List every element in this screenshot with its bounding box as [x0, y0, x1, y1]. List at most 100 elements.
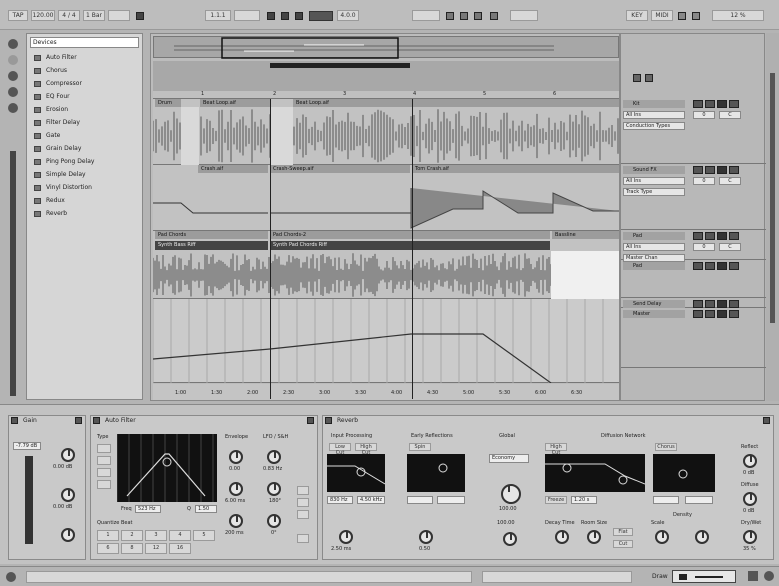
mute-button[interactable]	[717, 300, 727, 308]
arm-button[interactable]	[693, 300, 703, 308]
mute-button[interactable]	[717, 100, 727, 108]
shape-knob[interactable]	[419, 530, 433, 544]
loop-position-field[interactable]: 1.1.1	[205, 10, 231, 21]
track-volume-field[interactable]: 0	[693, 111, 715, 119]
gain-db-readout[interactable]: -7.79 dB	[13, 442, 41, 450]
file-browser-2-icon[interactable]	[8, 87, 18, 97]
beat-time-ruler[interactable]: 1 2 3 4 5 6	[153, 91, 619, 99]
record-icon[interactable]	[295, 12, 303, 20]
quantize-beat-button[interactable]: 1	[97, 530, 119, 541]
clip-bassline-header[interactable]: Bassline	[552, 231, 619, 239]
lfo-phase-knob[interactable]	[267, 482, 281, 496]
lfo-waveform-button-2[interactable]	[297, 498, 309, 507]
mute-button[interactable]	[717, 310, 727, 318]
input-freq-high[interactable]: 4.50 kHz	[357, 496, 385, 504]
spin-button[interactable]: Spin	[409, 443, 431, 451]
device-browser-icon[interactable]	[8, 39, 18, 49]
activator-button[interactable]	[729, 100, 739, 108]
browser-item[interactable]: Auto Filter	[30, 52, 139, 64]
er-amount-field[interactable]	[407, 496, 433, 504]
quantize-beat-button[interactable]: 2	[121, 530, 143, 541]
punch-out-icon[interactable]	[474, 12, 482, 20]
clip-drum-header[interactable]: Drum	[155, 99, 181, 107]
track-name[interactable]: Kit	[623, 100, 685, 108]
tempo-field[interactable]: 120.00	[31, 10, 55, 21]
diffusion-display[interactable]	[545, 454, 645, 492]
filter-type-notch[interactable]	[97, 480, 111, 489]
track-input-select[interactable]: All Ins	[623, 111, 685, 119]
track-sub-select[interactable]: Track Type	[623, 188, 685, 196]
browser-item[interactable]: Reverb	[30, 208, 139, 220]
browser-item[interactable]: Erosion	[30, 104, 139, 116]
lfo-waveform-button-4[interactable]	[297, 534, 309, 543]
browser-item[interactable]: Redux	[30, 195, 139, 207]
quantize-beat-button[interactable]: 16	[169, 543, 191, 554]
stereo-knob[interactable]	[503, 532, 517, 546]
file-browser-3-icon[interactable]	[8, 103, 18, 113]
activator-button[interactable]	[729, 166, 739, 174]
solo-button[interactable]	[705, 100, 715, 108]
browser-item[interactable]: EQ Four	[30, 91, 139, 103]
lfo-waveform-button-3[interactable]	[297, 510, 309, 519]
reflect-knob[interactable]	[743, 454, 757, 468]
quantize-beat-button[interactable]: 5	[193, 530, 215, 541]
scale-knob[interactable]	[655, 530, 669, 544]
predelay-knob[interactable]	[339, 530, 353, 544]
gain-knob-1[interactable]	[61, 448, 75, 462]
activator-button[interactable]	[729, 310, 739, 318]
quantize-beat-button[interactable]: 6	[97, 543, 119, 554]
solo-button[interactable]	[705, 300, 715, 308]
quantize-beat-button[interactable]: 12	[145, 543, 167, 554]
input-freq-low[interactable]: 830 Hz	[327, 496, 353, 504]
arm-button[interactable]	[693, 262, 703, 270]
track-sub-select[interactable]: Conduction Types	[623, 122, 685, 130]
sub-clip-synth-pad[interactable]: Synth Pad Chords Riff	[270, 241, 550, 250]
reverb-highcut-button[interactable]: High Cut	[355, 443, 377, 456]
lfo-offset-knob[interactable]	[267, 514, 281, 528]
clip-beat-loop-1-header[interactable]: Beat Loop.aif	[200, 99, 270, 107]
loop-brace-area[interactable]	[153, 61, 619, 91]
arrangement-position[interactable]	[234, 10, 260, 21]
clip-crash-sweep-header[interactable]: Crash-Sweep.aif	[270, 165, 410, 173]
browser-item[interactable]: Compressor	[30, 78, 139, 90]
browser-header[interactable]: Devices	[30, 37, 139, 48]
play-icon[interactable]	[267, 12, 275, 20]
input-filter-display[interactable]	[327, 454, 385, 492]
browser-item[interactable]: Ping Pong Delay	[30, 156, 139, 168]
freq-field[interactable]: 523 Hz	[135, 505, 161, 513]
track-pan-field[interactable]: C	[719, 243, 741, 251]
envelope-amount-knob[interactable]	[229, 450, 243, 464]
browser-item[interactable]: Grain Delay	[30, 143, 139, 155]
zoom-in-icon[interactable]	[645, 74, 653, 82]
metronome-icon[interactable]	[136, 12, 144, 20]
gain-expand-icon[interactable]	[75, 417, 82, 424]
draw-mode-selector[interactable]	[672, 570, 736, 583]
track-name[interactable]: Send Delay	[623, 300, 685, 308]
draw-mode-icon[interactable]	[490, 12, 498, 20]
track-name[interactable]: Pad	[623, 232, 685, 240]
browser-scrollbar[interactable]	[10, 151, 16, 396]
file-browser-1-icon[interactable]	[8, 71, 18, 81]
overdub-button[interactable]	[309, 11, 333, 21]
clip-beat-loop-2-header[interactable]: Beat Loop.aif	[293, 99, 619, 107]
reverb-power-icon[interactable]	[325, 417, 332, 424]
chorus-button[interactable]: Chorus	[655, 443, 677, 451]
loop-start-field[interactable]	[412, 10, 440, 21]
gain-knob-3[interactable]	[61, 528, 75, 542]
room-size-knob[interactable]	[587, 530, 601, 544]
auto-filter-power-icon[interactable]	[93, 417, 100, 424]
density-knob[interactable]	[695, 530, 709, 544]
loop-length-field[interactable]: 4.0.0	[337, 10, 359, 21]
cut-button[interactable]: Cut	[613, 540, 633, 548]
early-reflections-display[interactable]	[407, 454, 465, 492]
plugin-browser-icon[interactable]	[8, 55, 18, 65]
arm-button[interactable]	[693, 232, 703, 240]
track-input-select[interactable]: All Ins	[623, 177, 685, 185]
time-ruler[interactable]: 1:00 1:30 2:00 2:30 3:00 3:30 4:00 4:30 5:00 5:30…	[153, 384, 619, 400]
track-name[interactable]: Pad	[623, 262, 685, 270]
vertical-scrollbar[interactable]	[770, 73, 775, 323]
track-name[interactable]: Sound FX	[623, 166, 685, 174]
dry-wet-knob[interactable]	[743, 530, 757, 544]
size-knob[interactable]	[501, 484, 521, 504]
chorus-amount-field[interactable]	[653, 496, 679, 504]
